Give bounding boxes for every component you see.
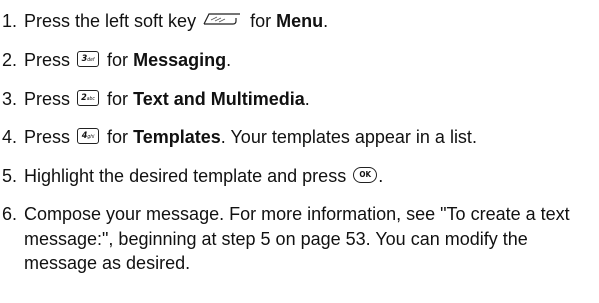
key-4-icon: 4ghi <box>77 128 100 145</box>
step-text-lead: Highlight the desired template and press <box>24 166 347 186</box>
step-text-lead: Press the left soft key <box>24 11 197 31</box>
step-text-lead: Press <box>24 50 71 70</box>
step-text-tail: . <box>226 50 232 70</box>
step-text: Press 3def for Messaging. <box>24 48 595 72</box>
step-number: 5. <box>2 166 18 186</box>
step-text-lead: Press <box>24 89 71 109</box>
step-text-for: for <box>250 11 272 31</box>
key-2-icon: 2abc <box>77 90 100 107</box>
messaging-label: Messaging <box>133 50 227 70</box>
step-number: 4. <box>2 127 18 147</box>
step-text: Press the left soft key for Menu. <box>24 9 595 34</box>
step-text-tail: . <box>304 89 310 109</box>
step-text-for: for <box>107 127 129 147</box>
step-text: Press 4ghi for Templates. Your templates… <box>24 125 595 149</box>
step-text-lead: Press <box>24 127 71 147</box>
menu-label: Menu <box>276 11 324 31</box>
key-letters: ghi <box>87 134 95 141</box>
step-text-tail: . <box>323 11 329 31</box>
step-text-for: for <box>107 50 129 70</box>
left-soft-key-icon <box>203 8 241 32</box>
step-text: Compose your message. For more informati… <box>24 204 570 273</box>
step-text-for: for <box>107 89 129 109</box>
step-text-tail: . <box>378 166 384 186</box>
text-and-multimedia-label: Text and Multimedia <box>133 89 305 109</box>
step-number: 2. <box>2 50 18 70</box>
step-number: 1. <box>2 11 18 31</box>
ok-key-icon: OK <box>353 167 378 184</box>
key-letters: abc <box>86 96 95 103</box>
step-text: Press 2abc for Text and Multimedia. <box>24 87 595 111</box>
step-text-tail: . Your templates appear in a list. <box>220 127 477 147</box>
templates-label: Templates <box>133 127 221 147</box>
key-3-icon: 3def <box>77 51 100 68</box>
step-number: 3. <box>2 89 18 109</box>
step-text: Highlight the desired template and press… <box>24 164 595 188</box>
step-number: 6. <box>2 204 18 224</box>
key-letters: def <box>87 57 95 64</box>
